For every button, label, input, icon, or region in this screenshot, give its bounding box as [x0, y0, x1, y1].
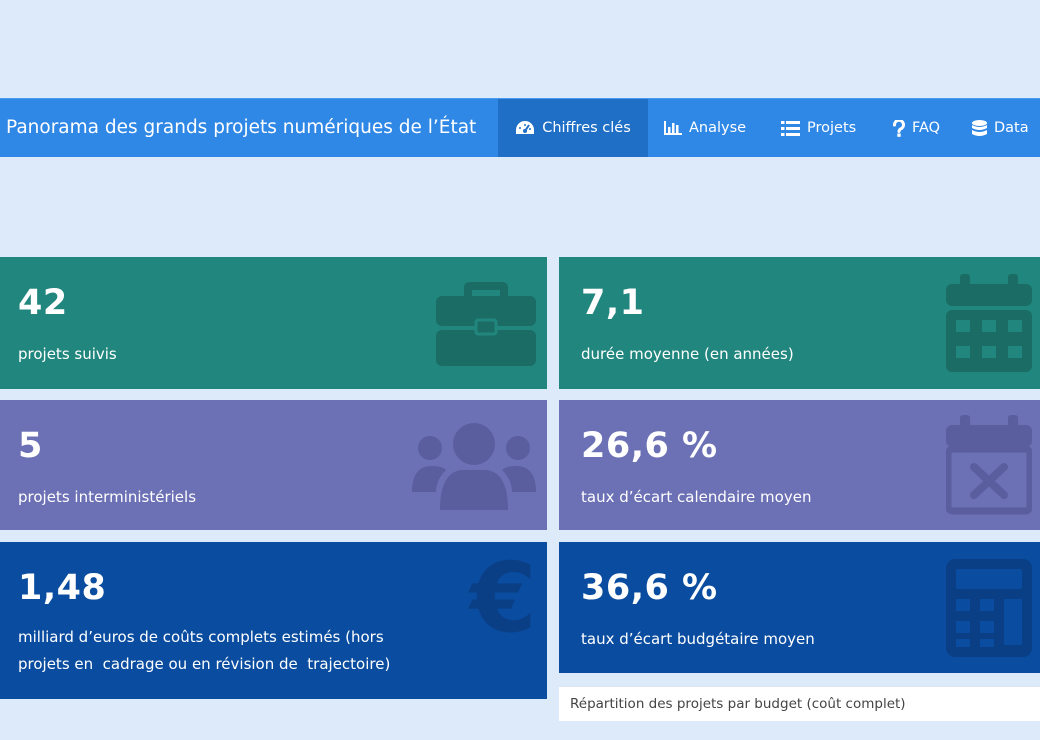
nav-label: Chiffres clés: [542, 120, 631, 136]
nav-label: Analyse: [689, 120, 747, 136]
question-icon: [893, 119, 905, 137]
nav-label: Data: [994, 120, 1029, 136]
stat-value: 26,6 %: [581, 426, 718, 466]
nav-chiffres-cles[interactable]: Chiffres clés: [498, 99, 648, 157]
budget-distribution-panel: Répartition des projets par budget (coût…: [559, 686, 1040, 721]
nav-label: Projets: [807, 120, 857, 136]
stat-tile-ecart-budgetaire: 36,6 % taux d’écart budgétaire moyen: [559, 542, 1040, 673]
users-icon: [412, 423, 536, 510]
stat-tile-projets-suivis: 42 projets suivis: [0, 257, 547, 389]
stat-value: 42: [18, 283, 68, 323]
top-navbar: Panorama des grands projets numériques d…: [0, 98, 1040, 157]
calendar-times-icon: [946, 415, 1032, 515]
database-icon: [972, 119, 987, 136]
nav-analyse[interactable]: Analyse: [664, 99, 746, 157]
briefcase-icon: [436, 282, 536, 366]
stat-label: taux d’écart budgétaire moyen: [581, 630, 815, 648]
stat-tile-duree-moyenne: 7,1 durée moyenne (en années): [559, 257, 1040, 389]
calendar-icon: [946, 274, 1032, 372]
stat-tile-interministeriels: 5 projets interministériels: [0, 400, 547, 530]
stat-value: 1,48: [18, 568, 107, 608]
stat-label: milliard d’euros de coûts complets estim…: [18, 624, 390, 678]
stat-value: 7,1: [581, 283, 645, 323]
nav-projets[interactable]: Projets: [781, 99, 856, 157]
site-brand[interactable]: Panorama des grands projets numériques d…: [6, 99, 476, 157]
list-icon: [781, 120, 800, 136]
stat-value: 5: [18, 426, 43, 466]
nav-data[interactable]: Data: [972, 99, 1029, 157]
stat-label: projets interministériels: [18, 488, 197, 506]
nav-label: FAQ: [912, 120, 941, 136]
bar-chart-icon: [664, 121, 682, 135]
nav-faq[interactable]: FAQ: [893, 99, 940, 157]
stat-label: projets suivis: [18, 345, 117, 363]
stat-label-line: projets en cadrage ou en révision de tra…: [18, 655, 391, 673]
stat-tile-couts-complets: 1,48 milliard d’euros de coûts complets …: [0, 542, 547, 699]
stat-tile-ecart-calendaire: 26,6 % taux d’écart calendaire moyen: [559, 400, 1040, 530]
euro-icon: €: [470, 542, 537, 654]
calculator-icon: [946, 559, 1032, 657]
stat-label: durée moyenne (en années): [581, 345, 794, 363]
stat-label-line: milliard d’euros de coûts complets estim…: [18, 628, 384, 646]
stat-value: 36,6 %: [581, 568, 718, 608]
dashboard-icon: [516, 121, 535, 134]
stat-label: taux d’écart calendaire moyen: [581, 488, 812, 506]
panel-title: Répartition des projets par budget (coût…: [570, 696, 906, 712]
